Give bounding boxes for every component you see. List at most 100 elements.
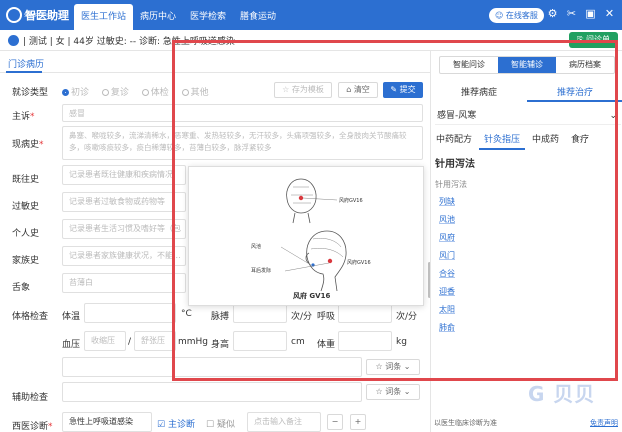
tab-diet-therapy[interactable]: 食疗 [566,130,594,150]
visit-type-options: 初诊 复诊 体检 其他 [62,85,219,98]
needling-method-title: 针用泻法 [435,159,475,170]
bp-unit: mmHg [178,337,209,347]
inquiry-form-label: 问诊单 [586,35,610,44]
chevron-down-icon: ⌄ [609,111,617,121]
tab-smart-inquiry[interactable]: 智能问诊 [440,57,498,73]
submit-label: 提交 [399,85,416,94]
temperature-label: 体温 [62,312,81,322]
watermark: G 贝贝 [528,382,596,406]
height-unit: cm [291,337,305,347]
tab-outpatient-record[interactable]: 门诊病历 [8,57,44,70]
acupoint-link[interactable]: 风池 [439,211,455,229]
present-illness-textarea[interactable]: 鼻塞、喉咙较多，流涕清稀水，恶寒重、发热轻较多，无汗较多，头痛项强较多，全身肢肉… [62,126,423,160]
radio-return-visit[interactable] [101,89,109,96]
radio-other[interactable] [181,89,189,96]
syndrome-value: 感冒-风寒 [437,111,477,121]
diagnosis-note-input[interactable]: 点击输入备注 [247,412,321,432]
present-illness-text: 现病史 [12,140,40,150]
disclaimer-note: 以医生临床诊断为准 [434,419,497,427]
temperature-unit: °C [181,309,192,319]
inquiry-form-button[interactable]: ⎘ 问诊单 [569,32,618,48]
acupoint-label: 耳后发际 [251,268,272,274]
save-template-button[interactable]: ☆ 存为模板 [274,82,332,98]
past-history-input[interactable]: 记录患者既往健康和疾病情况 [62,165,186,185]
clear-button[interactable]: ⌂ 清空 [338,82,378,98]
visit-type-label: 就诊类型 [12,88,49,98]
tab-acupuncture[interactable]: 针灸指压 [479,130,526,150]
tab-records-center[interactable]: 病历中心 [133,4,183,30]
patient-info-text: | 测试 | 女 | 44岁 过敏史: -- 诊断: 急性上呼吸道感染 [23,37,235,47]
weight-input[interactable] [338,331,392,351]
height-label: 身高 [211,340,230,350]
acupoint-link[interactable]: 肺俞 [439,319,455,337]
temperature-input[interactable] [84,303,176,323]
tab-recommended-treatment[interactable]: 推荐治疗 [527,84,622,102]
acupoint-link[interactable]: 风府 [439,229,455,247]
tab-herbal-formula[interactable]: 中药配方 [431,130,477,150]
vocab-dropdown-aux[interactable]: ☆ 词条 ⌄ [366,384,420,400]
tab-patent-medicine[interactable]: 中成药 [527,130,564,150]
diastolic-input[interactable]: 舒张压 [134,331,176,351]
weight-unit: kg [396,337,407,347]
radio-first-visit[interactable] [62,89,69,96]
aux-exam-input[interactable] [62,382,362,402]
acupoint-link[interactable]: 合谷 [439,265,455,283]
tab-smart-assist[interactable]: 智能辅诊 [498,57,556,73]
head-acupoint-illustration [280,178,347,292]
tab-diet-exercise[interactable]: 膳食运动 [233,4,283,30]
vocab-dropdown-exam[interactable]: ☆ 词条 ⌄ [366,359,420,375]
family-history-label: 家族史 [12,256,40,266]
tongue-input[interactable]: 苔薄白 [62,273,186,293]
present-illness-label: 现病史* [12,140,44,150]
radio-checkup[interactable] [141,89,149,96]
acupoint-link[interactable]: 列缺 [439,193,455,211]
close-icon[interactable]: ✕ [603,7,616,21]
logo-icon [6,7,22,23]
personal-history-input[interactable]: 记录患者生活习惯及嗜好等（包 [62,219,186,239]
gear-icon[interactable]: ⚙ [546,7,559,21]
remove-diagnosis-button[interactable]: − [327,414,343,430]
past-history-label: 既往史 [12,175,40,185]
family-history-input[interactable]: 记录患者家族健康状况，不能... [62,246,186,266]
maximize-icon[interactable]: ▣ [584,7,597,21]
radio-label-other: 其他 [190,88,209,98]
assistant-panel: 智能问诊 智能辅诊 病历档案 推荐病症 推荐治疗 感冒-风寒 ⌄ 中药配方 针灸指… [430,51,622,432]
main-diagnosis-checkbox[interactable]: ☑ 主诊断 [157,417,195,430]
height-input[interactable] [233,331,287,351]
breath-label: 呼吸 [317,312,336,322]
chief-complaint-input[interactable]: 感冒 [62,104,423,122]
acupoint-marker [298,195,304,201]
allergy-history-label: 过敏史 [12,202,40,212]
online-service-button[interactable]: ☺ 在线客服 [489,8,544,23]
app-subtitle: SMART MEDICAL [24,13,66,19]
weight-label: 体重 [317,340,336,350]
disclaimer-link[interactable]: 免责声明 [590,418,618,428]
systolic-input[interactable]: 收缩压 [84,331,126,351]
suspect-label: 疑似 [216,420,235,430]
bp-separator: / [128,337,132,347]
acupoint-link[interactable]: 太阳 [439,301,455,319]
tab-doctor-workstation[interactable]: 医生工作站 [74,4,134,30]
allergy-history-input[interactable]: 记录患者过敏食物或药物等 [62,192,186,212]
exam-notes-input[interactable] [62,357,362,377]
top-navigation-bar: 智医助理 SMART MEDICAL 医生工作站 病历中心 医学检索 膳食运动 … [0,0,622,30]
main-nav-tabs: 医生工作站 病历中心 医学检索 膳食运动 [74,4,283,30]
acupoint-link[interactable]: 迎香 [439,283,455,301]
online-service-label: 在线客服 [505,11,538,20]
tab-record-archive[interactable]: 病历档案 [556,57,614,73]
scissors-icon[interactable]: ✂ [565,7,578,21]
vocab-label-exam: 词条 [385,362,402,371]
diagnosis-input[interactable]: 急性上呼吸道感染 [62,412,152,432]
syndrome-select[interactable]: 感冒-风寒 ⌄ [435,107,621,125]
suspect-checkbox[interactable]: ☐ 疑似 [206,417,235,430]
illustration-caption: 风府 GV16 [293,292,331,300]
acupoint-link[interactable]: 风门 [439,247,455,265]
breath-unit: 次/分 [396,312,418,322]
acupoint-illustration-popup: 风府GV16 风池 耳后发际 风府GV16 风府 GV16 [188,166,424,306]
chief-complaint-label: 主诉* [12,112,35,122]
tab-medical-search[interactable]: 医学检索 [183,4,233,30]
tab-recommended-syndrome[interactable]: 推荐病症 [431,84,527,102]
pulse-unit: 次/分 [291,312,313,322]
add-diagnosis-button[interactable]: + [350,414,366,430]
submit-button[interactable]: ✎ 提交 [383,82,423,98]
